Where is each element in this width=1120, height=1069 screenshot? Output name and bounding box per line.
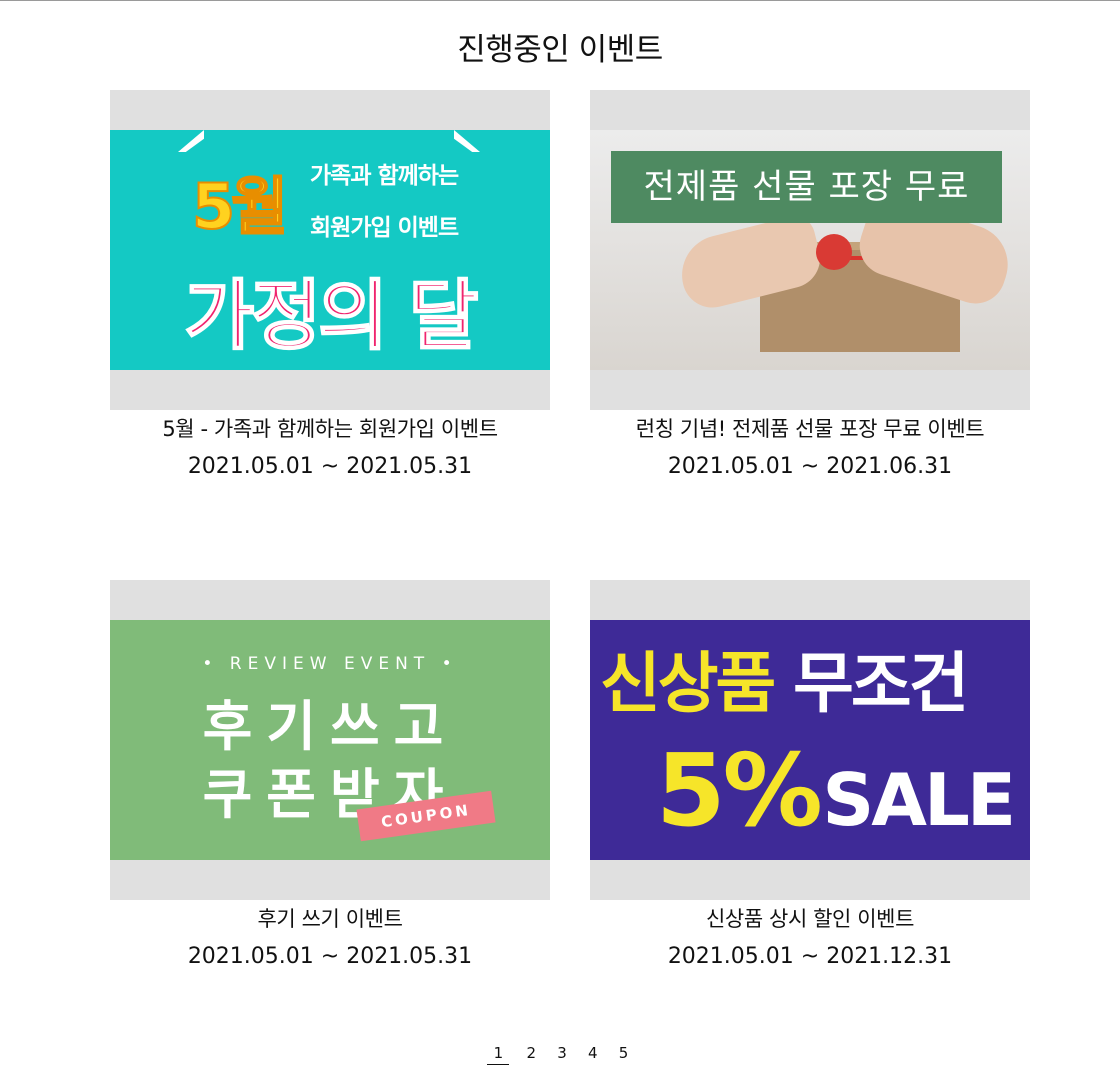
page-link-4[interactable]: 4 [584, 1044, 602, 1064]
banner-subtitle: • REVIEW EVENT • [202, 654, 458, 674]
banner-month-text: 5월 [191, 169, 289, 244]
banner-headline: 가정의 달 [183, 270, 479, 361]
ribbon-right-decoration [454, 130, 480, 152]
event-period: 2021.05.01 ~ 2021.12.31 [667, 944, 953, 969]
ribbon-left-decoration [178, 130, 204, 152]
event-period: 2021.05.01 ~ 2021.06.31 [667, 454, 953, 479]
event-banner-review: • REVIEW EVENT • 후기쓰고 쿠폰받자 COUPON [110, 620, 550, 860]
event-period: 2021.05.01 ~ 2021.05.31 [187, 454, 473, 479]
event-banner-sale: 신상품 무조건 5% SALE [590, 620, 1030, 860]
event-card[interactable]: 전제품 선물 포장 무료 런칭 기념! 전제품 선물 포장 무료 이벤트 202… [590, 90, 1030, 482]
event-title[interactable]: 5월 - 가족과 함께하는 회원가입 이벤트 [110, 414, 550, 444]
event-banner-family-month: 5월 가족과 함께하는 회원가입 이벤트 가정의 달 [110, 130, 550, 370]
event-thumbnail[interactable]: 5월 가족과 함께하는 회원가입 이벤트 가정의 달 [110, 90, 550, 410]
event-title[interactable]: 신상품 상시 할인 이벤트 [590, 904, 1030, 934]
page-link-2[interactable]: 2 [522, 1044, 540, 1064]
event-thumbnail[interactable]: • REVIEW EVENT • 후기쓰고 쿠폰받자 COUPON [110, 580, 550, 900]
ribbon-knot [816, 234, 852, 270]
event-banner-gift-wrap: 전제품 선물 포장 무료 [590, 130, 1030, 370]
banner-label: 전제품 선물 포장 무료 [611, 151, 1002, 223]
top-divider [0, 0, 1120, 1]
page-title: 진행중인 이벤트 [457, 32, 663, 68]
banner-line2: 회원가입 이벤트 [310, 215, 459, 241]
banner-new-product-text: 신상품 [600, 645, 776, 722]
page-link-3[interactable]: 3 [553, 1044, 571, 1064]
event-card[interactable]: • REVIEW EVENT • 후기쓰고 쿠폰받자 COUPON 후기 쓰기 … [110, 580, 550, 972]
event-period: 2021.05.01 ~ 2021.05.31 [187, 944, 473, 969]
banner-line2: 5% SALE [656, 732, 1016, 849]
banner-line1: 신상품 무조건 [600, 630, 969, 726]
banner-line1: 가족과 함께하는 [310, 163, 459, 189]
page-link-1[interactable]: 1 [487, 1044, 510, 1065]
event-card[interactable]: 5월 가족과 함께하는 회원가입 이벤트 가정의 달 5월 - 가족과 함께하는… [110, 90, 550, 482]
event-thumbnail[interactable]: 신상품 무조건 5% SALE [590, 580, 1030, 900]
event-thumbnail[interactable]: 전제품 선물 포장 무료 [590, 90, 1030, 410]
event-card[interactable]: 신상품 무조건 5% SALE 신상품 상시 할인 이벤트 2021.05.01… [590, 580, 1030, 972]
page-link-5[interactable]: 5 [615, 1044, 633, 1064]
banner-percent-text: 5% [656, 732, 823, 849]
banner-unconditional-text: 무조건 [793, 645, 969, 722]
pagination: 1 2 3 4 5 [0, 1044, 1120, 1065]
event-title[interactable]: 후기 쓰기 이벤트 [110, 904, 550, 934]
event-title[interactable]: 런칭 기념! 전제품 선물 포장 무료 이벤트 [590, 414, 1030, 444]
banner-sale-text: SALE [822, 758, 1016, 842]
